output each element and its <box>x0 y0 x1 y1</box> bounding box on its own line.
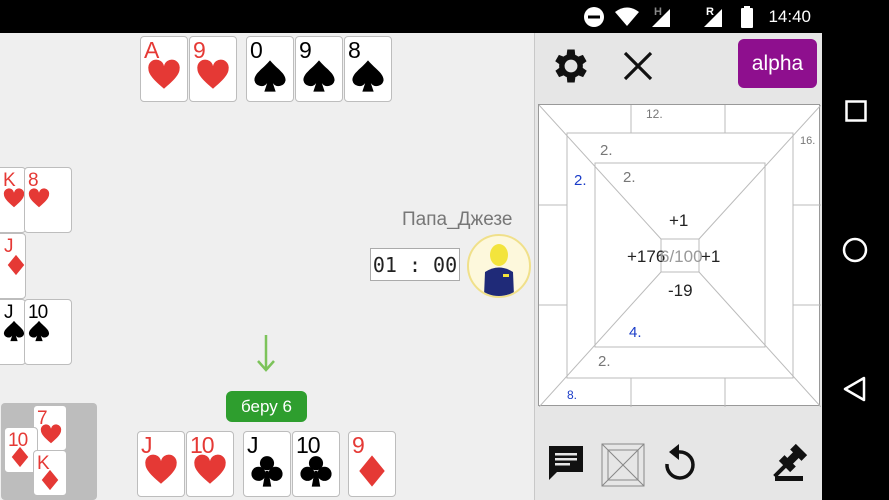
club-icon <box>250 454 284 488</box>
left-card-3[interactable]: J <box>0 233 26 299</box>
game-table: A 9 0 9 8 K 8 J J 10 7 10 K Папа_Джезе 0… <box>0 33 534 500</box>
top-card-5[interactable]: 8 <box>344 36 392 102</box>
hand-card-2[interactable]: 10 <box>186 431 234 497</box>
battery-icon <box>740 0 754 33</box>
score-outer-left-blue: 2. <box>574 172 587 189</box>
hand-card-4[interactable]: 10 <box>292 431 340 497</box>
score-lower-left: 2. <box>598 353 611 370</box>
home-icon[interactable] <box>842 237 868 267</box>
chat-icon[interactable] <box>547 444 585 488</box>
score-center-top: +1 <box>669 211 689 230</box>
wifi-icon <box>614 0 640 33</box>
svg-text:R: R <box>706 6 714 18</box>
top-card-4[interactable]: 9 <box>295 36 343 102</box>
heart-icon <box>193 454 227 488</box>
left-card-2[interactable]: 8 <box>24 167 72 233</box>
score-top: 12. <box>646 107 663 121</box>
top-card-2[interactable]: 9 <box>189 36 237 102</box>
spade-icon <box>3 320 25 342</box>
diamond-icon <box>355 454 389 488</box>
heart-icon <box>28 188 50 210</box>
heart-icon <box>40 424 62 446</box>
side-panel: alpha 12. 16. 2. 2. 2. +1 +176 6/100 +1 … <box>534 33 822 500</box>
signal-h-icon: H <box>650 0 672 33</box>
back-icon[interactable] <box>843 376 867 406</box>
left-card-4[interactable]: J <box>0 299 26 365</box>
score-top-right: 16. <box>800 135 816 147</box>
score-center-bottom: -19 <box>668 281 693 300</box>
heart-icon <box>3 188 25 210</box>
recents-icon[interactable] <box>845 100 867 126</box>
score-center-box: 6/100 <box>660 247 703 266</box>
signal-r-icon: R <box>702 0 726 33</box>
score-bottom-left-blue: 8. <box>567 388 578 402</box>
hand-card-5[interactable]: 9 <box>348 431 396 497</box>
status-bar: H R 14:40 <box>0 0 889 33</box>
board-icon[interactable] <box>601 443 645 491</box>
gear-icon[interactable] <box>549 44 593 88</box>
navigation-bar <box>822 33 889 500</box>
svg-text:H: H <box>654 6 662 18</box>
diamond-icon <box>5 254 27 276</box>
heart-icon <box>144 454 178 488</box>
score-inner-top: 2. <box>623 169 636 186</box>
bid-badge: беру 6 <box>226 391 307 422</box>
close-icon[interactable] <box>621 49 655 83</box>
score-board: 12. 16. 2. 2. 2. +1 +176 6/100 +1 -19 4.… <box>538 104 821 407</box>
heart-icon <box>147 59 181 93</box>
heart-icon <box>196 59 230 93</box>
spade-icon <box>253 59 287 93</box>
alpha-button[interactable]: alpha <box>738 39 817 88</box>
club-icon <box>299 454 333 488</box>
hand-card-3[interactable]: J <box>243 431 291 497</box>
score-center-right: +1 <box>701 247 721 266</box>
turn-timer: 01 : 00 <box>370 248 460 281</box>
score-inner-bottom-blue: 4. <box>629 324 642 341</box>
clock: 14:40 <box>768 6 811 26</box>
hand-card-1[interactable]: J <box>137 431 185 497</box>
spade-icon <box>28 320 50 342</box>
undo-icon[interactable] <box>663 444 697 488</box>
turn-arrow-icon <box>255 333 277 373</box>
opponent-avatar[interactable] <box>467 234 531 298</box>
do-not-disturb-icon <box>583 0 605 33</box>
opponent-name: Папа_Джезе <box>402 209 513 230</box>
score-outer-left: 2. <box>600 142 613 159</box>
diamond-icon <box>39 469 61 491</box>
person-avatar-icon <box>484 244 514 296</box>
trick-card-1: 7 <box>33 405 67 451</box>
screen: H R 14:40 A 9 0 9 8 K 8 J J 10 7 10 K Па… <box>0 0 889 500</box>
gavel-icon[interactable] <box>771 442 813 488</box>
top-card-3[interactable]: 0 <box>246 36 294 102</box>
spade-icon <box>351 59 385 93</box>
left-card-5[interactable]: 10 <box>24 299 72 365</box>
top-card-1[interactable]: A <box>140 36 188 102</box>
spade-icon <box>302 59 336 93</box>
trick-card-3: K <box>33 450 67 496</box>
diamond-icon <box>9 446 31 468</box>
left-card-1[interactable]: K <box>0 167 26 233</box>
